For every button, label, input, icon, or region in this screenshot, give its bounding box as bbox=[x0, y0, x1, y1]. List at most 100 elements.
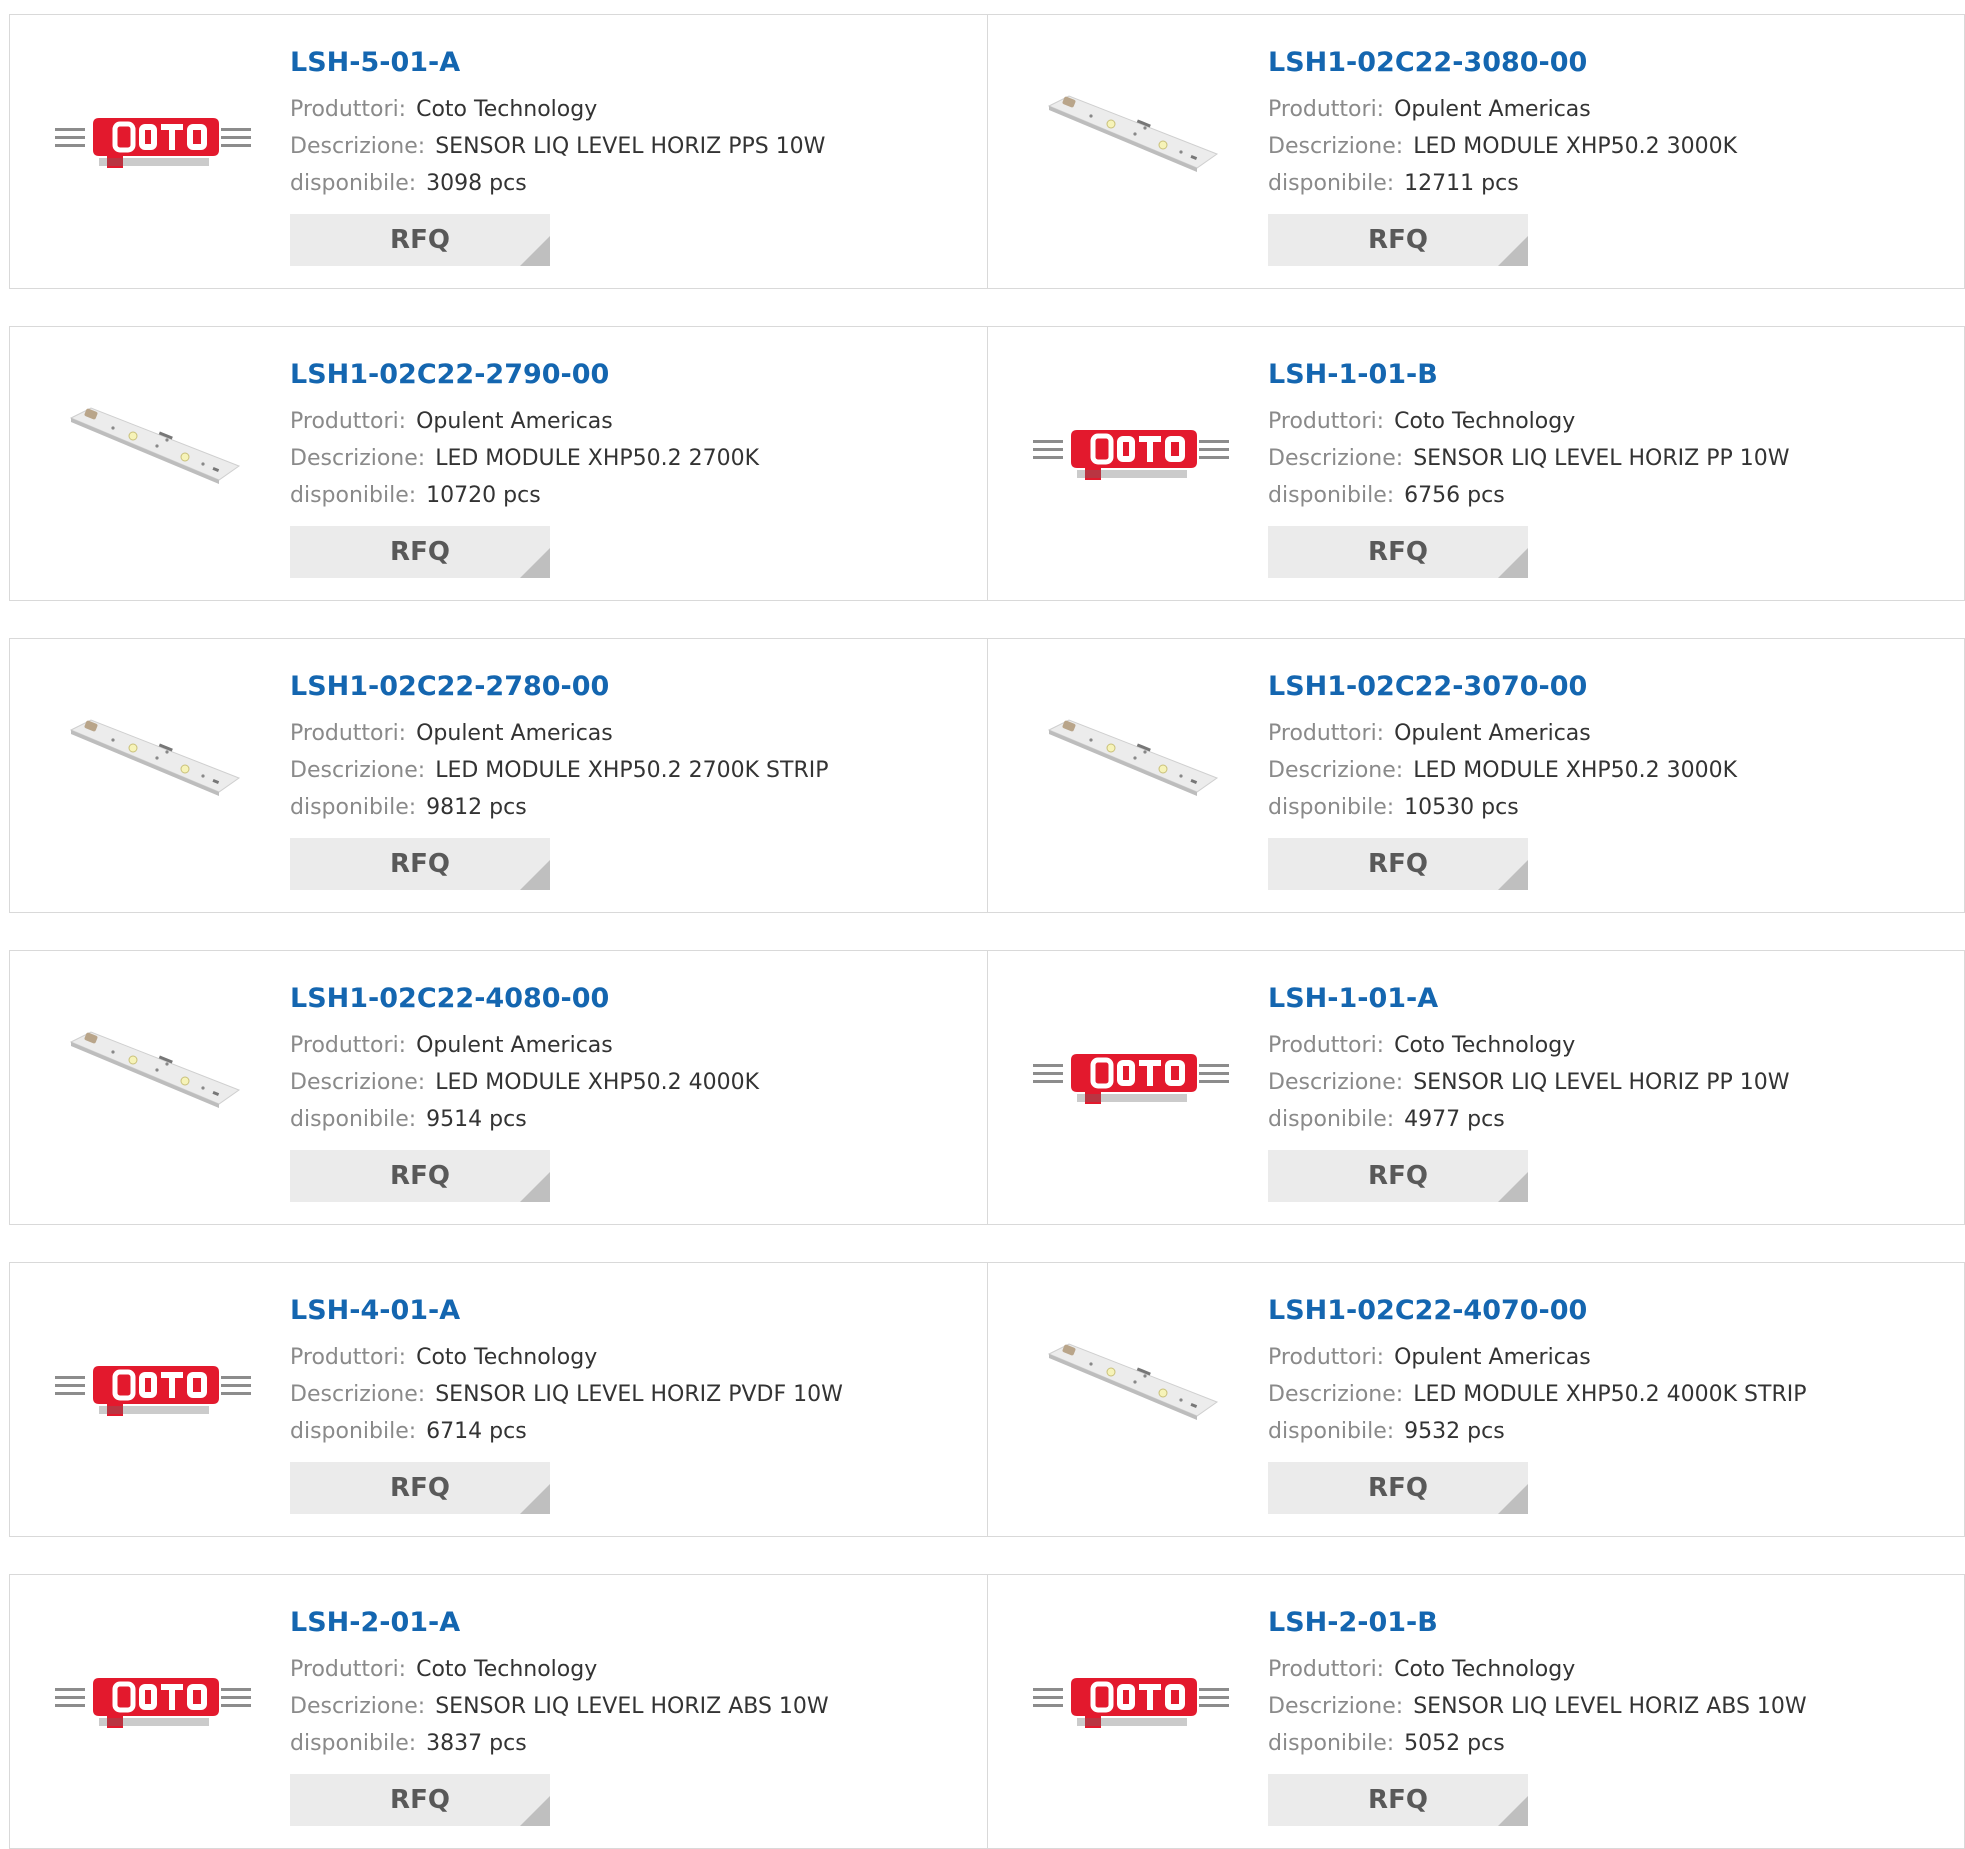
part-number-link[interactable]: LSH1-02C22-3070-00 bbox=[1268, 669, 1944, 705]
part-number-link[interactable]: LSH-2-01-A bbox=[290, 1605, 967, 1641]
availability-label: disponibile: bbox=[290, 483, 417, 508]
product-image[interactable] bbox=[1026, 424, 1236, 484]
rfq-button[interactable]: RFQ bbox=[1268, 838, 1528, 890]
part-number-link[interactable]: LSH-2-01-B bbox=[1268, 1605, 1944, 1641]
description-row: Descrizione: LED MODULE XHP50.2 2700K bbox=[290, 440, 967, 477]
product-image[interactable] bbox=[1026, 1672, 1236, 1732]
availability-label: disponibile: bbox=[1268, 795, 1395, 820]
availability-value: 6714 pcs bbox=[426, 1419, 527, 1444]
manufacturer-value: Coto Technology bbox=[416, 1657, 598, 1682]
corner-fold-icon bbox=[520, 1796, 550, 1826]
product-image[interactable] bbox=[48, 719, 258, 796]
availability-value: 4977 pcs bbox=[1404, 1107, 1505, 1132]
manufacturer-row: Produttori: Coto Technology bbox=[290, 91, 967, 128]
description-label: Descrizione: bbox=[1268, 446, 1404, 471]
product-row: LSH-4-01-A Produttori: Coto Technology De… bbox=[9, 1262, 1965, 1537]
rfq-button[interactable]: RFQ bbox=[290, 214, 550, 266]
manufacturer-label: Produttori: bbox=[1268, 721, 1385, 746]
product-image[interactable] bbox=[48, 1031, 258, 1108]
product-image[interactable] bbox=[1026, 719, 1236, 796]
manufacturer-label: Produttori: bbox=[1268, 1033, 1385, 1058]
part-number-link[interactable]: LSH1-02C22-2790-00 bbox=[290, 357, 967, 393]
description-row: Descrizione: LED MODULE XHP50.2 3000K bbox=[1268, 128, 1944, 165]
product-info: LSH-1-01-B Produttori: Coto Technology De… bbox=[1268, 357, 1944, 514]
product-info: LSH1-02C22-2780-00 Produttori: Opulent Am… bbox=[290, 669, 967, 826]
product-row: LSH1-02C22-4080-00 Produttori: Opulent Am… bbox=[9, 950, 1965, 1225]
rfq-button[interactable]: RFQ bbox=[1268, 214, 1528, 266]
part-number-link[interactable]: LSH-4-01-A bbox=[290, 1293, 967, 1329]
manufacturer-label: Produttori: bbox=[1268, 1657, 1385, 1682]
part-number-link[interactable]: LSH1-02C22-4070-00 bbox=[1268, 1293, 1944, 1329]
part-number-link[interactable]: LSH-1-01-B bbox=[1268, 357, 1944, 393]
rfq-button[interactable]: RFQ bbox=[290, 1150, 550, 1202]
rfq-button[interactable]: RFQ bbox=[1268, 1150, 1528, 1202]
part-number-link[interactable]: LSH-5-01-A bbox=[290, 45, 967, 81]
part-number-link[interactable]: LSH-1-01-A bbox=[1268, 981, 1944, 1017]
rfq-label: RFQ bbox=[390, 849, 450, 879]
product-card: LSH-2-01-A Produttori: Coto Technology De… bbox=[10, 1575, 987, 1848]
description-row: Descrizione: LED MODULE XHP50.2 4000K STR… bbox=[1268, 1376, 1944, 1413]
description-label: Descrizione: bbox=[290, 1694, 426, 1719]
description-label: Descrizione: bbox=[1268, 758, 1404, 783]
product-image[interactable] bbox=[48, 1672, 258, 1732]
description-row: Descrizione: LED MODULE XHP50.2 2700K STR… bbox=[290, 752, 967, 789]
description-value: LED MODULE XHP50.2 2700K STRIP bbox=[435, 758, 829, 783]
rfq-button[interactable]: RFQ bbox=[1268, 1462, 1528, 1514]
product-card: LSH1-02C22-4070-00 Produttori: Opulent Am… bbox=[987, 1263, 1964, 1536]
availability-row: disponibile: 10720 pcs bbox=[290, 477, 967, 514]
availability-row: disponibile: 3098 pcs bbox=[290, 165, 967, 202]
rfq-button[interactable]: RFQ bbox=[290, 838, 550, 890]
description-value: SENSOR LIQ LEVEL HORIZ ABS 10W bbox=[1413, 1694, 1807, 1719]
product-card: LSH1-02C22-4080-00 Produttori: Opulent Am… bbox=[10, 951, 987, 1224]
product-image[interactable] bbox=[1026, 1343, 1236, 1420]
availability-value: 3098 pcs bbox=[426, 171, 527, 196]
rfq-label: RFQ bbox=[390, 537, 450, 567]
rfq-button[interactable]: RFQ bbox=[290, 1774, 550, 1826]
manufacturer-value: Coto Technology bbox=[416, 97, 598, 122]
rfq-label: RFQ bbox=[1368, 849, 1428, 879]
product-image[interactable] bbox=[1026, 95, 1236, 172]
availability-label: disponibile: bbox=[290, 1419, 417, 1444]
product-image[interactable] bbox=[48, 112, 258, 172]
manufacturer-row: Produttori: Coto Technology bbox=[290, 1651, 967, 1688]
product-card: LSH1-02C22-3070-00 Produttori: Opulent Am… bbox=[987, 639, 1964, 912]
manufacturer-value: Coto Technology bbox=[416, 1345, 598, 1370]
rfq-label: RFQ bbox=[390, 225, 450, 255]
description-value: SENSOR LIQ LEVEL HORIZ PPS 10W bbox=[435, 134, 826, 159]
product-image[interactable] bbox=[48, 1360, 258, 1420]
product-card: LSH-4-01-A Produttori: Coto Technology De… bbox=[10, 1263, 987, 1536]
product-info: LSH1-02C22-3080-00 Produttori: Opulent Am… bbox=[1268, 45, 1944, 202]
product-card: LSH1-02C22-3080-00 Produttori: Opulent Am… bbox=[987, 15, 1964, 288]
description-row: Descrizione: SENSOR LIQ LEVEL HORIZ ABS 1… bbox=[290, 1688, 967, 1725]
manufacturer-label: Produttori: bbox=[1268, 97, 1385, 122]
part-number-link[interactable]: LSH1-02C22-4080-00 bbox=[290, 981, 967, 1017]
product-info: LSH-2-01-A Produttori: Coto Technology De… bbox=[290, 1605, 967, 1762]
availability-value: 10530 pcs bbox=[1404, 795, 1519, 820]
manufacturer-row: Produttori: Coto Technology bbox=[1268, 1651, 1944, 1688]
rfq-label: RFQ bbox=[1368, 225, 1428, 255]
rfq-button[interactable]: RFQ bbox=[290, 526, 550, 578]
product-image[interactable] bbox=[48, 407, 258, 484]
part-number-link[interactable]: LSH1-02C22-2780-00 bbox=[290, 669, 967, 705]
description-value: LED MODULE XHP50.2 3000K bbox=[1413, 134, 1738, 159]
rfq-button[interactable]: RFQ bbox=[1268, 1774, 1528, 1826]
availability-value: 12711 pcs bbox=[1404, 171, 1519, 196]
corner-fold-icon bbox=[1498, 1172, 1528, 1202]
availability-row: disponibile: 9812 pcs bbox=[290, 789, 967, 826]
product-info: LSH1-02C22-4080-00 Produttori: Opulent Am… bbox=[290, 981, 967, 1138]
manufacturer-row: Produttori: Coto Technology bbox=[290, 1339, 967, 1376]
product-card: LSH-1-01-A Produttori: Coto Technology De… bbox=[987, 951, 1964, 1224]
part-number-link[interactable]: LSH1-02C22-3080-00 bbox=[1268, 45, 1944, 81]
rfq-button[interactable]: RFQ bbox=[1268, 526, 1528, 578]
description-value: LED MODULE XHP50.2 2700K bbox=[435, 446, 760, 471]
manufacturer-row: Produttori: Opulent Americas bbox=[290, 715, 967, 752]
description-label: Descrizione: bbox=[290, 446, 426, 471]
availability-label: disponibile: bbox=[290, 171, 417, 196]
rfq-label: RFQ bbox=[390, 1785, 450, 1815]
manufacturer-row: Produttori: Opulent Americas bbox=[290, 1027, 967, 1064]
availability-value: 9532 pcs bbox=[1404, 1419, 1505, 1444]
availability-row: disponibile: 4977 pcs bbox=[1268, 1101, 1944, 1138]
product-image[interactable] bbox=[1026, 1048, 1236, 1108]
rfq-button[interactable]: RFQ bbox=[290, 1462, 550, 1514]
availability-value: 6756 pcs bbox=[1404, 483, 1505, 508]
